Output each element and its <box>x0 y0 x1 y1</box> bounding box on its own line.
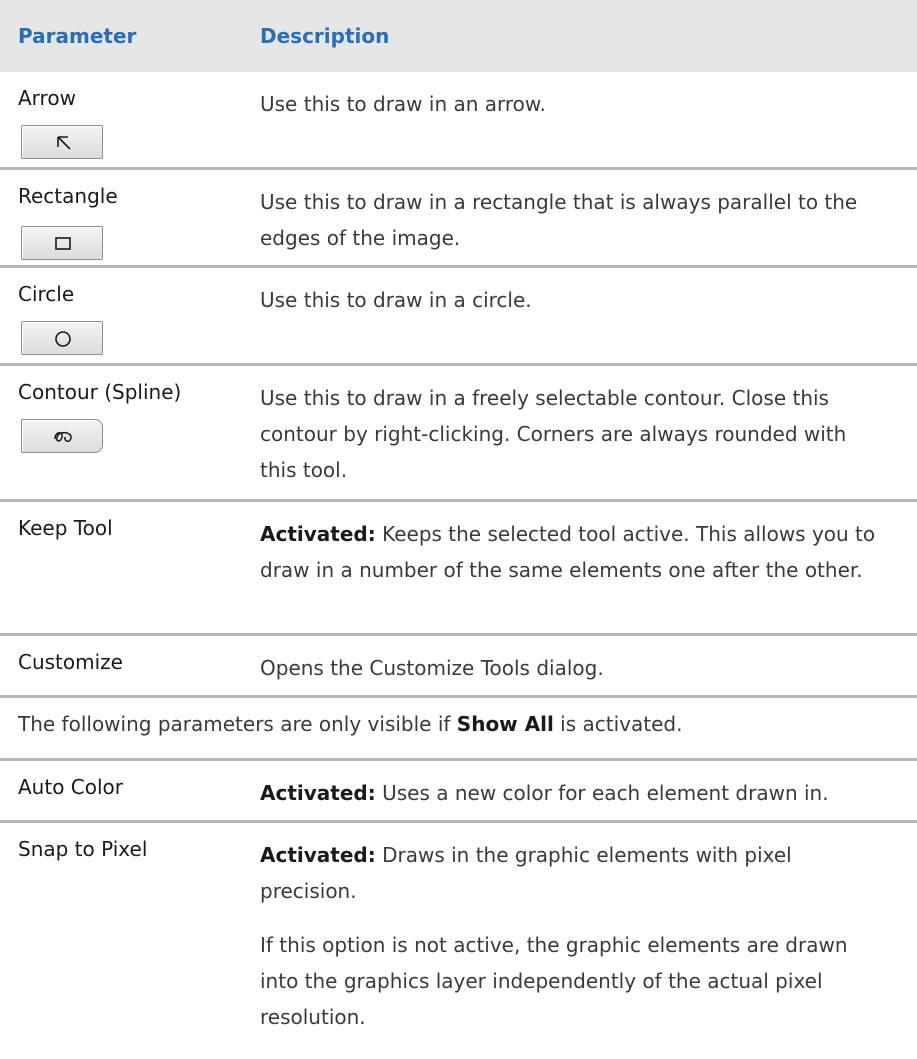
desc-circle: Use this to draw in a circle. <box>260 282 889 318</box>
note-after: is activated. <box>553 712 683 736</box>
table-row-contour: Contour (Spline) Use this to draw in a f… <box>0 366 917 502</box>
param-rectangle: Rectangle <box>18 184 118 208</box>
table-row-snap-to-pixel: Snap to Pixel Activated: Draws in the gr… <box>0 823 917 1059</box>
table-row-rectangle: Rectangle Use this to draw in a rectangl… <box>0 170 917 268</box>
arrow-up-left-icon <box>57 136 71 150</box>
table-row-note: The following parameters are only visibl… <box>0 698 917 761</box>
desc-rectangle: Use this to draw in a rectangle that is … <box>260 184 889 256</box>
header-parameter: Parameter <box>18 24 137 48</box>
param-customize: Customize <box>18 650 123 674</box>
desc-auto-color: Activated: Uses a new color for each ele… <box>260 775 889 811</box>
desc-auto-color-text: Activated: Uses a new color for each ele… <box>260 775 889 811</box>
header-description: Description <box>260 24 390 48</box>
spline-icon <box>54 431 72 442</box>
rectangle-icon <box>55 237 71 250</box>
rectangle-tool-button[interactable] <box>21 226 103 260</box>
table-row-keep-tool: Keep Tool Activated: Keeps the selected … <box>0 502 917 636</box>
param-auto-color: Auto Color <box>18 775 124 799</box>
snap-activated-label: Activated: <box>260 843 376 867</box>
desc-contour-text: Use this to draw in a freely selectable … <box>260 386 847 482</box>
desc-arrow: Use this to draw in an arrow. <box>260 86 889 122</box>
desc-snap-to-pixel-text: Activated: Draws in the graphic elements… <box>260 837 889 909</box>
parameter-table: Parameter Description Arrow Use this to … <box>0 0 917 1059</box>
desc-snap-to-pixel: Activated: Draws in the graphic elements… <box>260 837 889 1035</box>
show-all-note: The following parameters are only visibl… <box>18 712 682 736</box>
arrow-tool-button[interactable] <box>21 125 103 159</box>
desc-circle-text: Use this to draw in a circle. <box>260 288 532 312</box>
keep-tool-activated-label: Activated: <box>260 522 376 546</box>
desc-customize-text: Opens the Customize Tools dialog. <box>260 656 604 680</box>
snap-desc-second-paragraph: If this option is not active, the graphi… <box>260 933 848 1029</box>
auto-color-desc-body: Uses a new color for each element drawn … <box>375 781 829 805</box>
desc-customize: Opens the Customize Tools dialog. <box>260 650 889 686</box>
param-contour: Contour (Spline) <box>18 380 182 404</box>
note-show-all: Show All <box>456 712 554 736</box>
table-row-auto-color: Auto Color Activated: Uses a new color f… <box>0 761 917 823</box>
desc-arrow-text: Use this to draw in an arrow. <box>260 92 546 116</box>
table-row-circle: Circle Use this to draw in a circle. <box>0 268 917 366</box>
circle-icon <box>55 331 71 347</box>
desc-contour: Use this to draw in a freely selectable … <box>260 380 889 488</box>
note-before: The following parameters are only visibl… <box>18 712 457 736</box>
param-snap-to-pixel: Snap to Pixel <box>18 837 148 861</box>
table-row-customize: Customize Opens the Customize Tools dial… <box>0 636 917 698</box>
table-header: Parameter Description <box>0 0 917 72</box>
param-arrow: Arrow <box>18 86 76 110</box>
table-row-arrow: Arrow Use this to draw in an arrow. <box>0 72 917 170</box>
desc-keep-tool: Activated: Keeps the selected tool activ… <box>260 516 889 588</box>
param-keep-tool: Keep Tool <box>18 516 113 540</box>
circle-tool-button[interactable] <box>21 321 103 355</box>
auto-color-activated-label: Activated: <box>260 781 376 805</box>
spline-tool-button[interactable] <box>21 419 103 453</box>
param-circle: Circle <box>18 282 75 306</box>
desc-keep-tool-text: Activated: Keeps the selected tool activ… <box>260 516 889 588</box>
desc-rectangle-text: Use this to draw in a rectangle that is … <box>260 190 858 250</box>
